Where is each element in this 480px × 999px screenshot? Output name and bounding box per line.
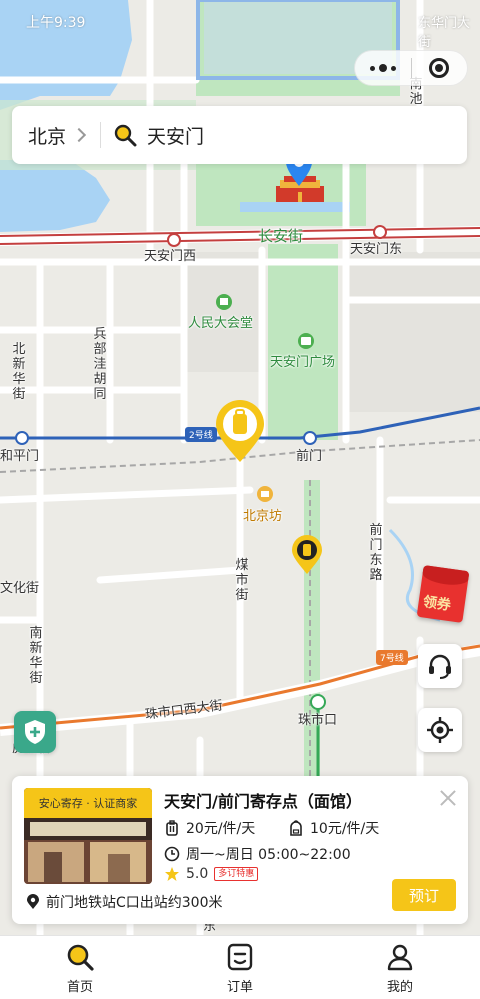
- city-selector[interactable]: 北京: [28, 122, 66, 149]
- address-row: 前门地铁站C口出站约300米: [26, 892, 223, 912]
- opening-hours: 周一~周日 05:00~22:00: [186, 847, 351, 863]
- price-luggage: 20元/件/天: [186, 821, 256, 837]
- tab-home[interactable]: 首页: [0, 936, 160, 999]
- map-label-qianmen-east: 前门东路: [369, 523, 383, 583]
- status-time: 上午9:39: [26, 15, 86, 31]
- status-street-label: 东华门大街: [418, 16, 471, 50]
- star-icon: [164, 866, 180, 882]
- backpack-icon: [288, 820, 304, 836]
- bottom-tab-bar: 首页 订单 我的: [0, 935, 480, 999]
- app-root: 长安街 天安门西 天安门东 人民大会堂 天安门广场 兵部洼胡同 北新华街 前门 …: [0, 0, 480, 999]
- certified-merchant-tag: 安心寄存 · 认证商家: [24, 788, 152, 818]
- tab-home-label: 首页: [66, 980, 93, 995]
- search-bar[interactable]: 北京 天安门: [12, 106, 467, 164]
- price-bag: 10元/件/天: [310, 821, 380, 837]
- store-address: 前门地铁站C口出站约300米: [46, 895, 223, 911]
- dot-icon: [369, 65, 375, 71]
- chevron-right-icon: [71, 127, 87, 143]
- metro-badge-line2: 2号线: [185, 427, 217, 442]
- price-luggage-row: 20元/件/天: [164, 818, 255, 838]
- search-icon: [113, 123, 137, 147]
- locate-me-button[interactable]: [418, 708, 462, 752]
- map-label-nanxinhua: 南新华街: [29, 626, 43, 686]
- map-label-meishi: 煤市街: [235, 558, 249, 603]
- customer-service-button[interactable]: [418, 644, 462, 688]
- more-button[interactable]: [355, 51, 411, 85]
- map-label-beijingfang: 北京坊: [243, 509, 283, 524]
- dot-icon: [390, 65, 396, 71]
- discount-badge: 多订特惠: [214, 867, 259, 881]
- luggage-icon: [164, 820, 180, 836]
- crosshair-icon: [427, 717, 453, 743]
- dot-icon: [378, 64, 387, 72]
- map-label-changan: 长安街: [258, 227, 304, 245]
- metro-badge-line7: 7号线: [376, 650, 408, 665]
- rating-row: 5.0 多订特惠: [164, 866, 259, 882]
- map-label-square: 天安门广场: [270, 355, 336, 370]
- search-icon: [67, 944, 94, 971]
- map-label-zhushikou: 珠市口: [298, 713, 338, 728]
- headset-icon: [429, 654, 451, 679]
- book-button[interactable]: 预订: [392, 879, 456, 911]
- tab-profile-label: 我的: [386, 980, 413, 995]
- search-input[interactable]: 天安门: [147, 122, 204, 149]
- user-icon: [387, 944, 413, 971]
- shield-icon: [25, 720, 45, 744]
- map-label-beixinhua: 北新华街: [12, 342, 26, 402]
- close-mini-program-button[interactable]: [411, 51, 467, 85]
- search-divider: [100, 122, 102, 148]
- coupon-button[interactable]: 领券: [416, 565, 470, 623]
- map-label-qianmen: 前门: [296, 449, 323, 464]
- clock-icon: [164, 846, 180, 862]
- coupon-label: 领券: [421, 594, 452, 614]
- map-label-tiananmen-east: 天安门东: [350, 242, 403, 257]
- order-icon: [227, 943, 253, 971]
- mini-program-capsule: [354, 50, 468, 86]
- store-title: 天安门/前门寄存点（面馆）: [164, 792, 362, 811]
- tab-orders[interactable]: 订单: [160, 936, 320, 999]
- tab-orders-label: 订单: [226, 980, 253, 995]
- map-label-great-hall: 人民大会堂: [188, 316, 254, 331]
- map-label-wenhua: 文化街: [0, 581, 40, 596]
- map-label-bingbu: 兵部洼胡同: [93, 327, 107, 402]
- safety-shield-button[interactable]: [14, 711, 56, 753]
- target-icon: [429, 58, 450, 78]
- map-label-heping: 和平门: [0, 449, 40, 464]
- tab-profile[interactable]: 我的: [320, 936, 480, 999]
- store-thumbnail: 安心寄存 · 认证商家: [24, 788, 152, 884]
- price-bag-row: 10元/件/天: [288, 818, 379, 838]
- rating-value: 5.0: [186, 866, 209, 882]
- map-label-tiananmen-west: 天安门西: [144, 249, 197, 264]
- hours-row: 周一~周日 05:00~22:00: [164, 844, 351, 864]
- store-card[interactable]: 安心寄存 · 认证商家 天安门/前门寄存点（面馆） 20元/件/天 10元/件/…: [12, 776, 468, 924]
- location-pin-icon: [26, 894, 40, 910]
- close-card-button[interactable]: [436, 786, 460, 810]
